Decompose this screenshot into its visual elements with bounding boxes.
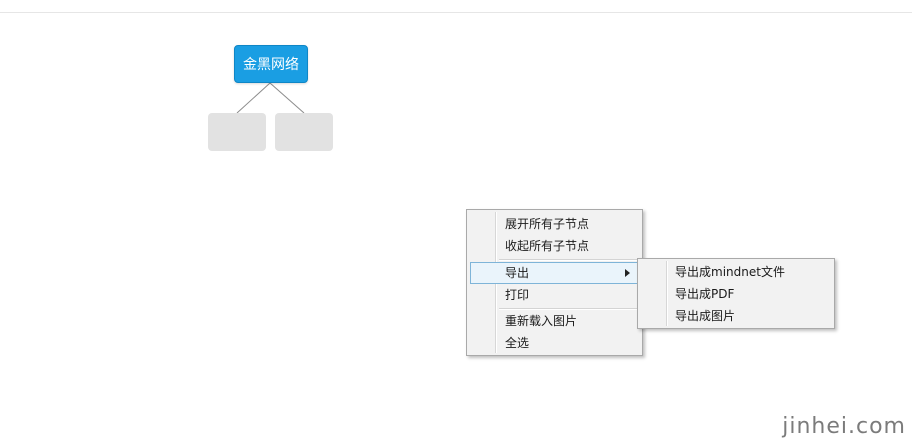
submenu-arrow-icon bbox=[625, 269, 630, 277]
context-menu: 展开所有子节点 收起所有子节点 导出 打印 重新载入图片 全选 bbox=[466, 209, 643, 356]
root-node[interactable]: 金黑网络 bbox=[234, 45, 308, 83]
child-node-left[interactable] bbox=[208, 113, 266, 151]
menu-item-expand-all[interactable]: 展开所有子节点 bbox=[470, 213, 639, 235]
node-connectors bbox=[236, 82, 305, 114]
menu-separator bbox=[499, 259, 638, 261]
menu-item-select-all[interactable]: 全选 bbox=[470, 332, 639, 354]
site-watermark: jinhei.com bbox=[782, 414, 906, 439]
submenu-item-export-pdf[interactable]: 导出成PDF bbox=[641, 283, 831, 305]
menu-item-collapse-all[interactable]: 收起所有子节点 bbox=[470, 235, 639, 257]
mindmap-canvas[interactable]: 金黑网络 bbox=[0, 0, 912, 447]
export-submenu: 导出成mindnet文件 导出成PDF 导出成图片 bbox=[637, 258, 835, 329]
menu-item-reload-images[interactable]: 重新载入图片 bbox=[470, 310, 639, 332]
submenu-item-export-mindnet[interactable]: 导出成mindnet文件 bbox=[641, 261, 831, 283]
connector-left bbox=[236, 82, 271, 114]
connector-right bbox=[269, 82, 305, 114]
submenu-item-export-image[interactable]: 导出成图片 bbox=[641, 305, 831, 327]
child-node-right[interactable] bbox=[275, 113, 333, 151]
menu-item-export[interactable]: 导出 bbox=[470, 262, 639, 284]
menu-item-print[interactable]: 打印 bbox=[470, 284, 639, 306]
menu-item-export-label: 导出 bbox=[505, 266, 530, 280]
top-divider bbox=[0, 12, 912, 13]
